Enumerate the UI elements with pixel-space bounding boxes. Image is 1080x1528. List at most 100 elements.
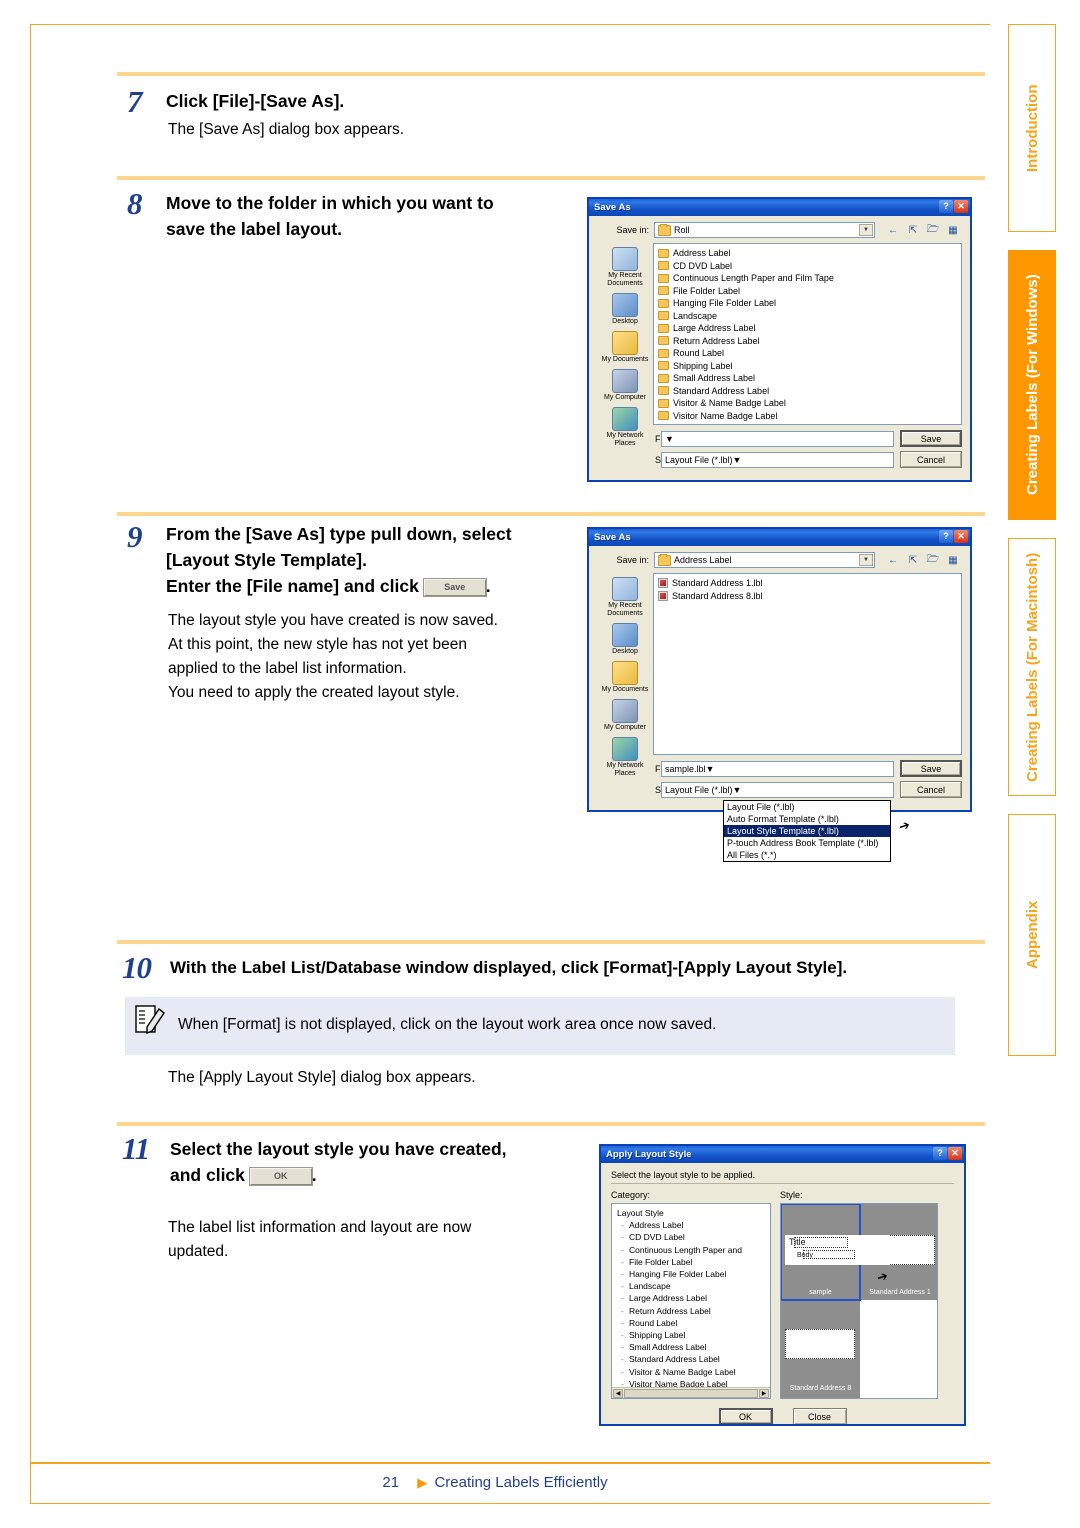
tab-introduction[interactable]: Introduction xyxy=(1008,24,1056,232)
place-desktop[interactable]: Desktop xyxy=(597,293,653,326)
place-desktop[interactable]: Desktop xyxy=(597,623,653,656)
inline-save-button[interactable]: Save xyxy=(423,579,486,596)
tree-item[interactable]: File Folder Label xyxy=(615,1256,767,1268)
help-icon[interactable]: ? xyxy=(939,530,953,543)
list-item[interactable]: Shipping Label xyxy=(656,360,959,373)
list-item[interactable]: Return Address Label xyxy=(656,335,959,348)
back-icon[interactable]: ← xyxy=(884,552,902,568)
dropdown-option-selected[interactable]: Layout Style Template (*.lbl) xyxy=(724,825,890,837)
place-my-recent-documents[interactable]: My Recent Documents xyxy=(597,247,653,288)
tree-item[interactable]: Visitor & Name Badge Label xyxy=(615,1366,767,1378)
dropdown-option[interactable]: P-touch Address Book Template (*.lbl) xyxy=(724,837,890,849)
list-item[interactable]: Landscape xyxy=(656,310,959,323)
category-tree[interactable]: Layout Style Address Label CD DVD Label … xyxy=(611,1203,771,1399)
tree-item[interactable]: Return Address Label xyxy=(615,1305,767,1317)
chevron-down-icon[interactable]: ▼ xyxy=(859,224,873,236)
tab-creating-labels-windows[interactable]: Creating Labels (For Windows) xyxy=(1008,250,1056,520)
save-as-type-combo[interactable]: Layout File (*.lbl) ▼ xyxy=(661,451,894,468)
list-item[interactable]: Visitor Name Badge Label xyxy=(656,410,959,423)
list-item[interactable]: CD DVD Label xyxy=(656,260,959,273)
close-icon[interactable]: ✕ xyxy=(954,200,968,213)
save-as-dialog-1[interactable]: Save As ? ✕ Save in: Roll ▼ ← ⇱ 🗁 ▦ My R… xyxy=(587,197,972,482)
scroll-right-icon[interactable]: ▶ xyxy=(759,1388,769,1398)
ok-button[interactable]: OK xyxy=(718,1408,773,1424)
dropdown-option[interactable]: Layout File (*.lbl) xyxy=(724,801,890,813)
list-item[interactable]: Round Label xyxy=(656,347,959,360)
file-name-input[interactable]: sample.lbl ▼ xyxy=(661,760,894,777)
file-list[interactable]: Standard Address 1.lbl Standard Address … xyxy=(653,573,962,755)
list-item[interactable]: Continuous Length Paper and Film Tape xyxy=(656,272,959,285)
chevron-down-icon[interactable]: ▼ xyxy=(859,554,873,566)
tree-item[interactable]: Shipping Label xyxy=(615,1329,767,1341)
save-as-type-dropdown-list[interactable]: Layout File (*.lbl) Auto Format Template… xyxy=(723,800,891,862)
footer-divider xyxy=(30,1462,990,1464)
file-list[interactable]: Address Label CD DVD Label Continuous Le… xyxy=(653,243,962,425)
chevron-down-icon[interactable]: ▼ xyxy=(733,785,742,795)
save-as-type-combo[interactable]: Layout File (*.lbl) ▼ xyxy=(661,781,894,798)
up-folder-icon[interactable]: ⇱ xyxy=(904,552,922,568)
dropdown-option[interactable]: Auto Format Template (*.lbl) xyxy=(724,813,890,825)
scroll-left-icon[interactable]: ◀ xyxy=(613,1388,623,1398)
up-folder-icon[interactable]: ⇱ xyxy=(904,222,922,238)
help-icon[interactable]: ? xyxy=(939,200,953,213)
tree-item[interactable]: Landscape xyxy=(615,1280,767,1292)
inline-ok-button[interactable]: OK xyxy=(249,1168,312,1185)
save-button[interactable]: Save xyxy=(900,430,962,447)
list-item[interactable]: Standard Address 1.lbl xyxy=(656,577,959,590)
place-my-documents[interactable]: My Documents xyxy=(597,661,653,694)
list-item[interactable]: File Folder Label xyxy=(656,285,959,298)
tree-item[interactable]: Continuous Length Paper and xyxy=(615,1244,767,1256)
save-in-label: Save in: xyxy=(616,225,649,235)
list-item[interactable]: Hanging File Folder Label xyxy=(656,297,959,310)
close-icon[interactable]: ✕ xyxy=(948,1147,962,1160)
save-in-combo[interactable]: Roll ▼ xyxy=(654,222,875,238)
new-folder-icon[interactable]: 🗁 xyxy=(924,222,942,238)
cancel-button[interactable]: Cancel xyxy=(900,451,962,468)
list-item[interactable]: Large Address Label xyxy=(656,322,959,335)
place-my-documents[interactable]: My Documents xyxy=(597,331,653,364)
tree-item[interactable]: Address Label xyxy=(615,1219,767,1231)
dialog-titlebar[interactable]: Save As ? ✕ xyxy=(589,199,970,216)
scrollbar-thumb[interactable] xyxy=(624,1388,758,1398)
tree-item[interactable]: Small Address Label xyxy=(615,1341,767,1353)
back-icon[interactable]: ← xyxy=(884,222,902,238)
list-item[interactable]: Standard Address Label xyxy=(656,385,959,398)
style-thumbnail-standard-address-8[interactable]: Standard Address 8 xyxy=(781,1301,860,1398)
place-my-computer[interactable]: My Computer xyxy=(597,699,653,732)
apply-layout-style-dialog[interactable]: Apply Layout Style ? ✕ Select the layout… xyxy=(599,1144,966,1426)
tree-item[interactable]: Large Address Label xyxy=(615,1292,767,1304)
list-item[interactable]: Address Label xyxy=(656,247,959,260)
tab-appendix[interactable]: Appendix xyxy=(1008,814,1056,1056)
tree-root[interactable]: Layout Style xyxy=(615,1207,767,1219)
save-in-combo[interactable]: Address Label ▼ xyxy=(654,552,875,568)
place-my-recent-documents[interactable]: My Recent Documents xyxy=(597,577,653,618)
tree-item[interactable]: CD DVD Label xyxy=(615,1231,767,1243)
list-item[interactable]: Small Address Label xyxy=(656,372,959,385)
file-name-input[interactable]: ▼ xyxy=(661,430,894,447)
views-icon[interactable]: ▦ xyxy=(944,222,962,238)
list-item[interactable]: Visitor & Name Badge Label xyxy=(656,397,959,410)
save-as-dialog-2[interactable]: Save As ? ✕ Save in: Address Label ▼ ← ⇱… xyxy=(587,527,972,812)
dialog-titlebar[interactable]: Save As ? ✕ xyxy=(589,529,970,546)
views-icon[interactable]: ▦ xyxy=(944,552,962,568)
chevron-down-icon[interactable]: ▼ xyxy=(665,434,674,444)
tree-item[interactable]: Hanging File Folder Label xyxy=(615,1268,767,1280)
style-thumbnail-sample[interactable]: Title Body sample xyxy=(781,1204,890,1301)
close-icon[interactable]: ✕ xyxy=(954,530,968,543)
list-item[interactable]: Standard Address 8.lbl xyxy=(656,590,959,603)
save-button[interactable]: Save xyxy=(900,760,962,777)
tree-item[interactable]: Standard Address Label xyxy=(615,1353,767,1365)
help-icon[interactable]: ? xyxy=(933,1147,947,1160)
close-button[interactable]: Close xyxy=(792,1408,847,1424)
horizontal-scrollbar[interactable]: ◀ ▶ xyxy=(612,1387,770,1398)
chevron-down-icon[interactable]: ▼ xyxy=(706,764,715,774)
style-gallery[interactable]: Title Body sample Standard Address 1 Sta… xyxy=(780,1203,938,1399)
chevron-down-icon[interactable]: ▼ xyxy=(733,455,742,465)
cancel-button[interactable]: Cancel xyxy=(900,781,962,798)
dialog-titlebar[interactable]: Apply Layout Style ? ✕ xyxy=(601,1146,964,1163)
place-my-computer[interactable]: My Computer xyxy=(597,369,653,402)
tree-item[interactable]: Round Label xyxy=(615,1317,767,1329)
new-folder-icon[interactable]: 🗁 xyxy=(924,552,942,568)
dropdown-option[interactable]: All Files (*.*) xyxy=(724,849,890,861)
tab-creating-labels-macintosh[interactable]: Creating Labels (For Macintosh) xyxy=(1008,538,1056,796)
